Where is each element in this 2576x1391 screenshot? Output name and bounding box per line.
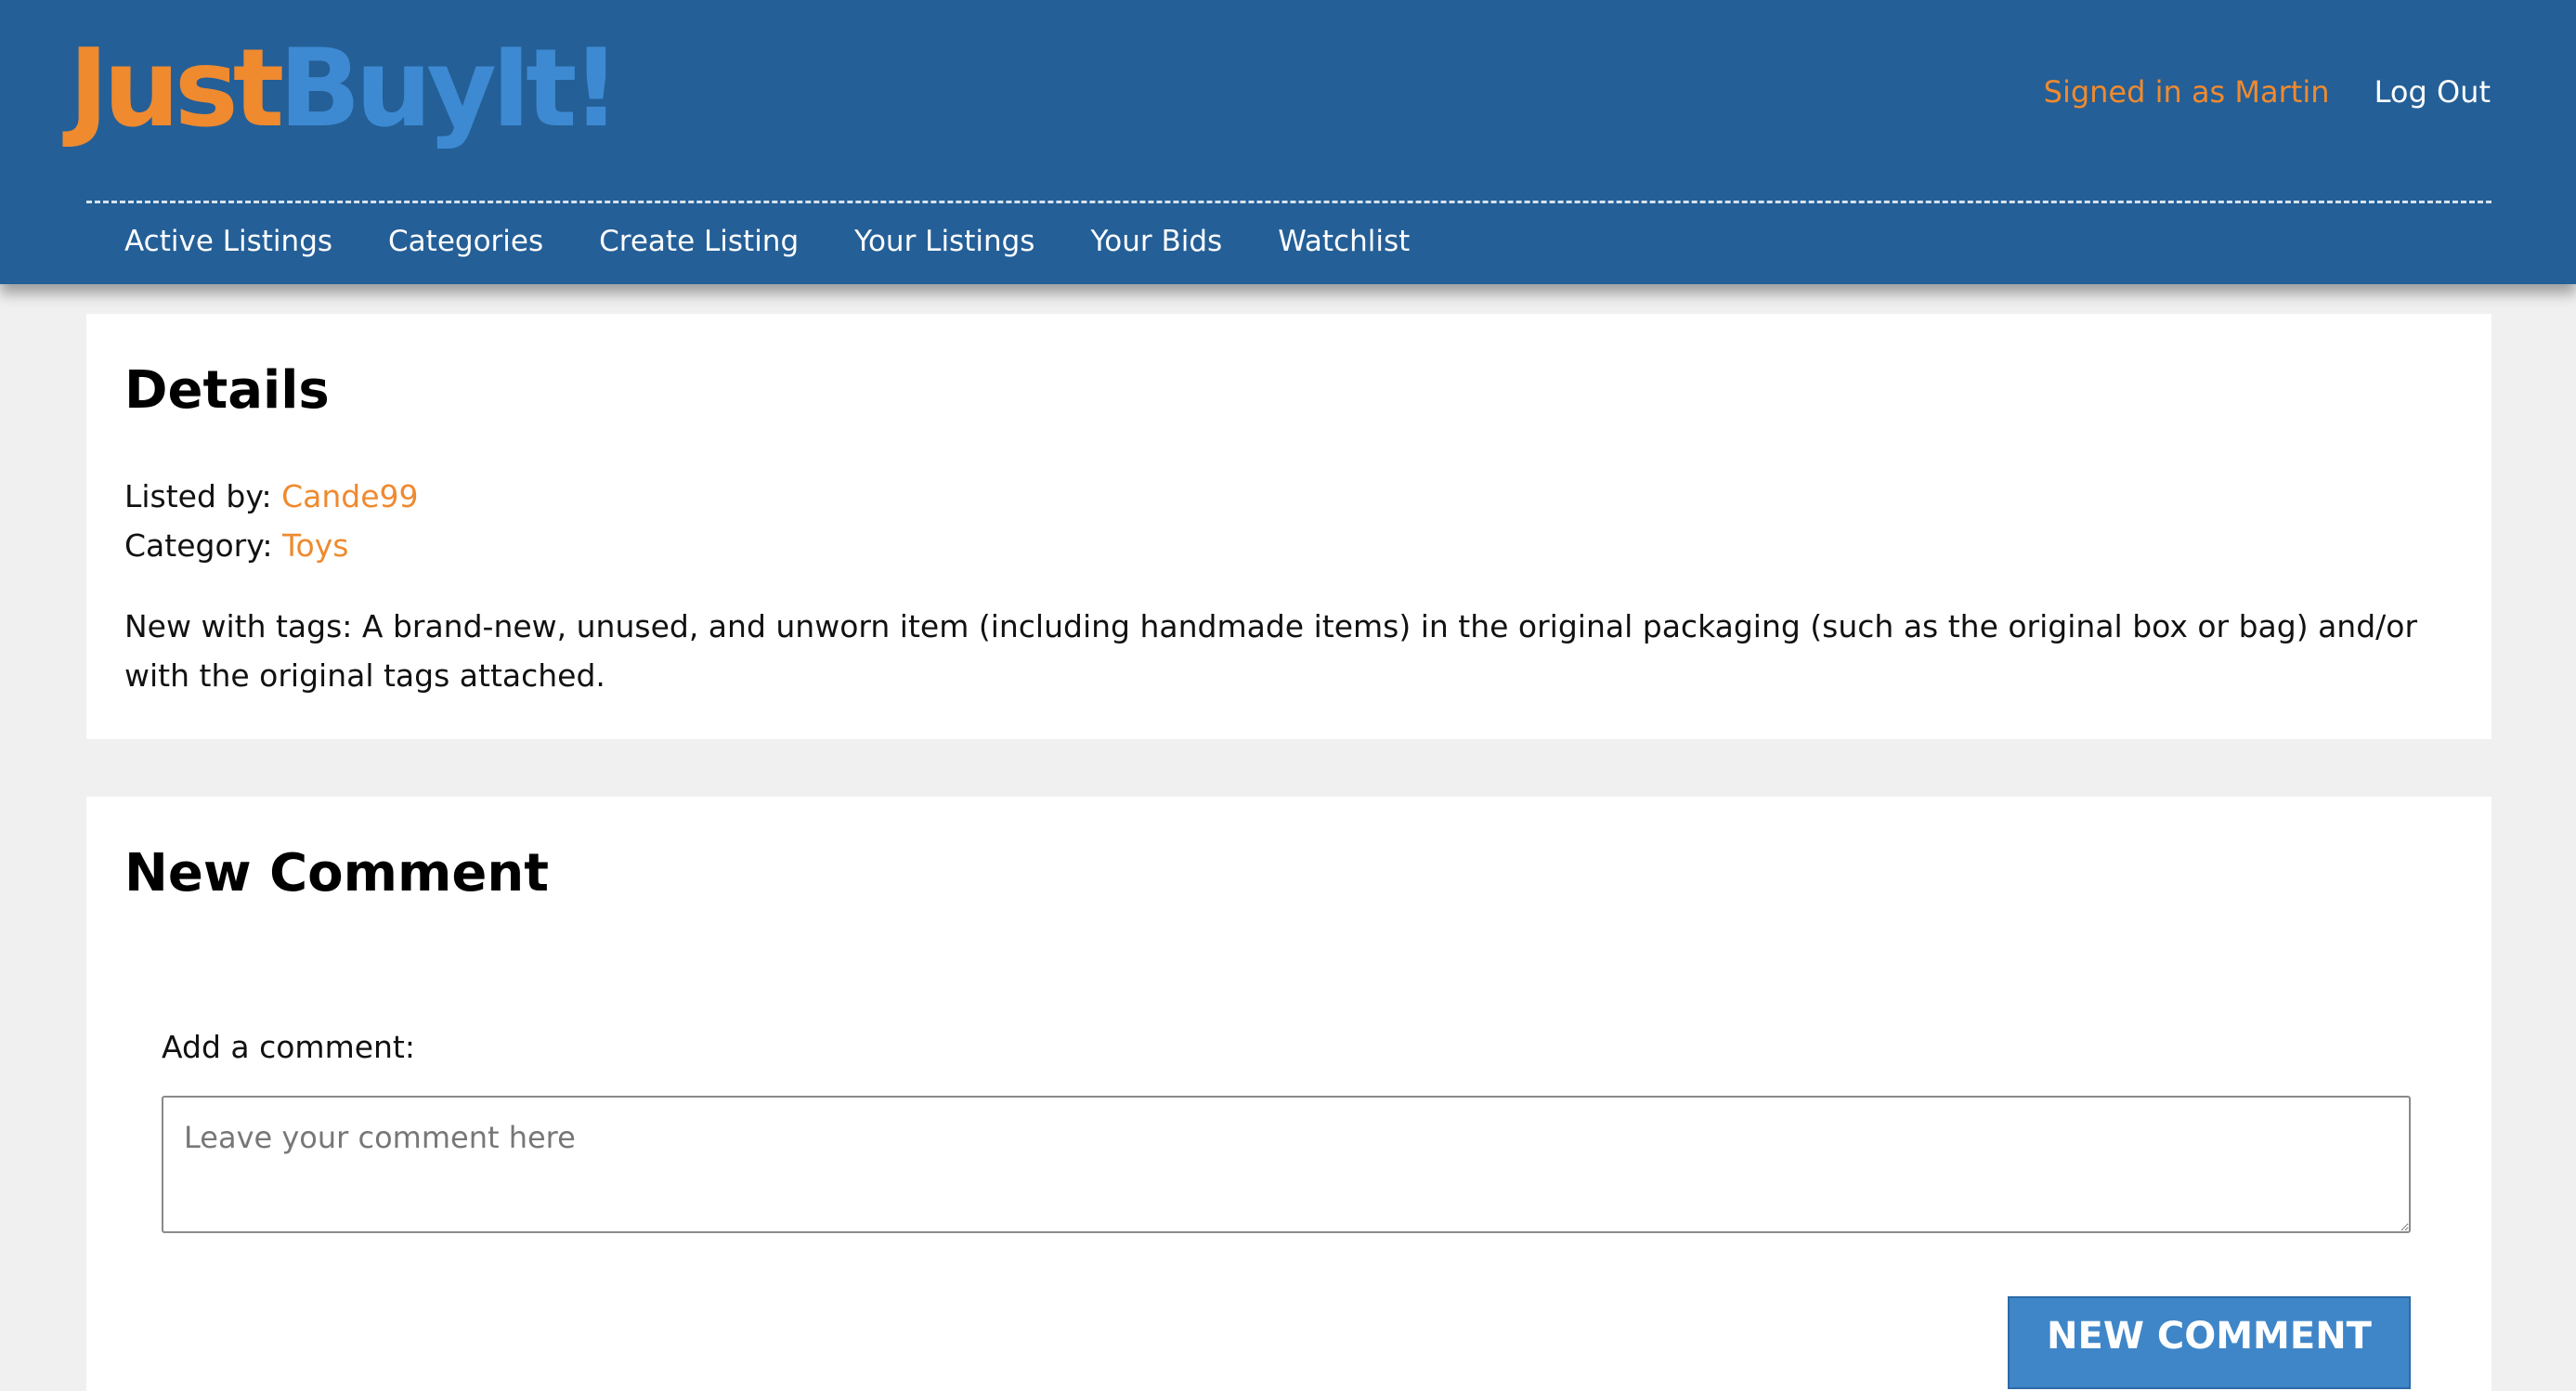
new-comment-title: New Comment xyxy=(124,843,549,904)
nav-your-listings[interactable]: Your Listings xyxy=(854,225,1034,258)
listed-by-label: Listed by: xyxy=(124,478,272,514)
site-header: JustBuyIt! Signed in as Martin Log Out A… xyxy=(0,0,2576,284)
nav-divider xyxy=(86,201,2491,203)
listing-meta: Listed by: Cande99 Category: Toys xyxy=(124,472,419,570)
category-label: Category: xyxy=(124,527,273,564)
logo-text-just: Just xyxy=(69,26,284,151)
main-nav: Active Listings Categories Create Listin… xyxy=(124,225,1410,258)
category-link[interactable]: Toys xyxy=(282,527,348,564)
comment-field-label: Add a comment: xyxy=(162,1029,415,1065)
nav-your-bids[interactable]: Your Bids xyxy=(1090,225,1222,258)
site-logo[interactable]: JustBuyIt! xyxy=(69,35,620,143)
new-comment-button[interactable]: New Comment xyxy=(2008,1296,2411,1389)
details-title: Details xyxy=(124,360,330,421)
new-comment-card: New Comment Add a comment: New Comment xyxy=(86,797,2491,1391)
category-row: Category: Toys xyxy=(124,521,419,570)
nav-active-listings[interactable]: Active Listings xyxy=(124,225,332,258)
nav-watchlist[interactable]: Watchlist xyxy=(1278,225,1410,258)
details-card: Details Listed by: Cande99 Category: Toy… xyxy=(86,314,2491,739)
seller-link[interactable]: Cande99 xyxy=(281,478,418,514)
listed-by-row: Listed by: Cande99 xyxy=(124,472,419,521)
logo-text-buyit: BuyIt! xyxy=(279,26,620,151)
signed-in-user-link[interactable]: Signed in as Martin xyxy=(2044,74,2330,110)
nav-categories[interactable]: Categories xyxy=(388,225,543,258)
comment-textarea[interactable] xyxy=(162,1096,2411,1233)
listing-description: New with tags: A brand-new, unused, and … xyxy=(124,608,2418,694)
nav-create-listing[interactable]: Create Listing xyxy=(599,225,799,258)
user-area: Signed in as Martin Log Out xyxy=(2044,74,2491,110)
logout-link[interactable]: Log Out xyxy=(2374,74,2491,110)
